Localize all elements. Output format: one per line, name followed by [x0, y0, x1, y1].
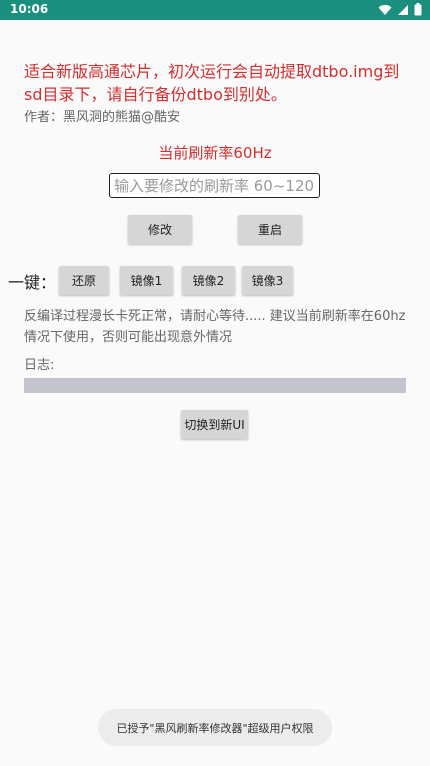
- status-icons: [378, 3, 422, 16]
- refresh-rate-input[interactable]: [109, 173, 320, 198]
- mirror1-button[interactable]: 镜像1: [120, 266, 173, 295]
- log-label: 日志:: [24, 358, 55, 373]
- current-refresh-rate: 当前刷新率60Hz: [158, 144, 272, 162]
- battery-icon: [414, 3, 422, 16]
- author-text: 作者：黑风洞的熊猫@酷安: [24, 110, 181, 125]
- restore-button[interactable]: 还原: [59, 266, 109, 295]
- hint-text: 反编译过程漫长卡死正常，请耐心等待..... 建议当前刷新率在60hz情况下使用…: [24, 309, 406, 345]
- notice-text: 适合新版高通芯片，初次运行会自动提取dtbo.img到sd目录下，请自行备份dt…: [24, 62, 400, 104]
- modify-button[interactable]: 修改: [128, 215, 192, 244]
- switch-ui-button[interactable]: 切换到新UI: [181, 410, 248, 439]
- mirror3-button[interactable]: 镜像3: [242, 266, 293, 295]
- wifi-icon: [378, 4, 392, 15]
- log-area[interactable]: [24, 378, 406, 393]
- mirror2-button[interactable]: 镜像2: [182, 266, 235, 295]
- status-bar: 10:06: [0, 0, 430, 20]
- onekey-label: 一键：: [8, 273, 57, 292]
- signal-icon: [398, 4, 408, 15]
- toast-message: 已授予"黑风刷新率修改器"超级用户权限: [98, 709, 332, 746]
- status-time: 10:06: [10, 2, 49, 16]
- reboot-button[interactable]: 重启: [238, 215, 302, 244]
